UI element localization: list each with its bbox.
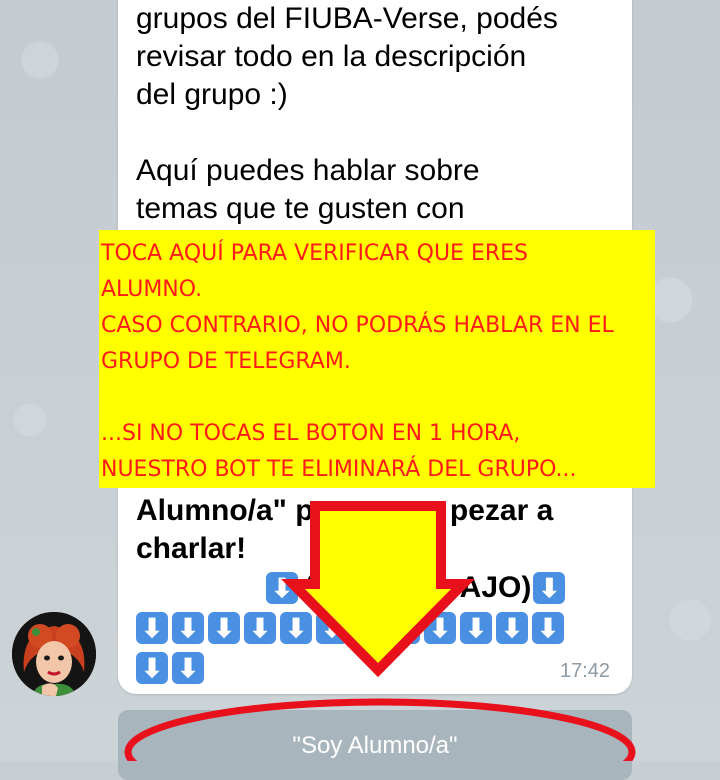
down-arrow-icon: ⬇ bbox=[136, 612, 168, 645]
sender-avatar[interactable] bbox=[12, 612, 96, 696]
verification-notice-text: TOCA AQUÍ PARA VERIFICAR QUE ERES ALUMNO… bbox=[101, 236, 653, 488]
down-arrow-icon: ⬇ bbox=[266, 572, 298, 605]
message-line: revisar todo en la descripción bbox=[136, 40, 527, 73]
message-line: Aquí puedes hablar sobre bbox=[136, 154, 480, 187]
down-arrow-icon: ⬇ bbox=[424, 612, 456, 645]
emoji-row: ⬇ ⬇ bbox=[136, 648, 606, 688]
notice-line: TOCA AQUÍ PARA VERIFICAR QUE ERES bbox=[101, 241, 528, 266]
emoji-row: ⬇ ⬇ ⬇ ⬇ ⬇ ⬇ ⬇ ⬇ ⬇ ⬇ ⬇ ⬇ bbox=[136, 608, 606, 648]
down-arrow-icon: ⬇ bbox=[244, 612, 276, 645]
message-timestamp: 17:42 bbox=[560, 660, 611, 682]
message-paragraph-1: grupos del FIUBA-Verse, podés revisar to… bbox=[136, 0, 606, 114]
down-arrow-icon: ⬇ bbox=[388, 612, 420, 645]
message-line: temas que te gusten con bbox=[136, 192, 465, 225]
down-arrow-icon: ⬇ bbox=[352, 612, 384, 645]
message-line-part: Alumno/a" par bbox=[136, 494, 342, 527]
abajo-label-start: (A bbox=[304, 571, 336, 605]
down-arrow-icon: ⬇ bbox=[316, 612, 348, 645]
down-arrow-icon: ⬇ bbox=[496, 612, 528, 645]
emoji-arrows: ⬇ (A AJO) ⬇ ⬇ ⬇ ⬇ ⬇ ⬇ ⬇ ⬇ ⬇ ⬇ ⬇ ⬇ ⬇ ⬇ ⬇ bbox=[136, 568, 606, 688]
notice-line: ...SI NO TOCAS EL BOTON EN 1 HORA, bbox=[101, 421, 521, 446]
down-arrow-icon: ⬇ bbox=[136, 652, 168, 685]
verification-notice-overlay: TOCA AQUÍ PARA VERIFICAR QUE ERES ALUMNO… bbox=[99, 230, 655, 488]
abajo-label-end: AJO) bbox=[459, 571, 532, 605]
message-line: del grupo :) bbox=[136, 78, 288, 111]
notice-line: NUESTRO BOT TE ELIMINARÁ DEL GRUPO... bbox=[101, 457, 577, 482]
down-arrow-icon: ⬇ bbox=[532, 612, 564, 645]
notice-blank-line bbox=[101, 380, 653, 416]
message-paragraph-3: Alumno/a" par pezar a charlar! bbox=[136, 492, 606, 568]
down-arrow-icon: ⬇ bbox=[280, 612, 312, 645]
notice-line: CASO CONTRARIO, NO PODRÁS HABLAR EN EL bbox=[101, 313, 614, 338]
soy-alumno-button-label: "Soy Alumno/a" bbox=[292, 732, 458, 759]
notice-line: ALUMNO. bbox=[101, 277, 203, 302]
down-arrow-icon: ⬇ bbox=[172, 652, 204, 685]
emoji-row: ⬇ (A AJO) ⬇ bbox=[136, 568, 606, 608]
avatar-illustration-icon bbox=[12, 612, 96, 696]
down-arrow-icon: ⬇ bbox=[208, 612, 240, 645]
notice-line: GRUPO DE TELEGRAM. bbox=[101, 349, 351, 374]
message-paragraph-2: Aquí puedes hablar sobre temas que te gu… bbox=[136, 152, 606, 228]
message-line-part: pezar a bbox=[449, 494, 554, 527]
message-line: grupos del FIUBA-Verse, podés bbox=[136, 2, 558, 35]
down-arrow-icon: ⬇ bbox=[172, 612, 204, 645]
down-arrow-icon: ⬇ bbox=[460, 612, 492, 645]
down-arrow-icon: ⬇ bbox=[533, 572, 566, 605]
soy-alumno-button[interactable]: "Soy Alumno/a" bbox=[118, 710, 632, 780]
message-line: Alumno/a" par pezar a bbox=[136, 492, 606, 530]
message-line: charlar! bbox=[136, 532, 247, 565]
